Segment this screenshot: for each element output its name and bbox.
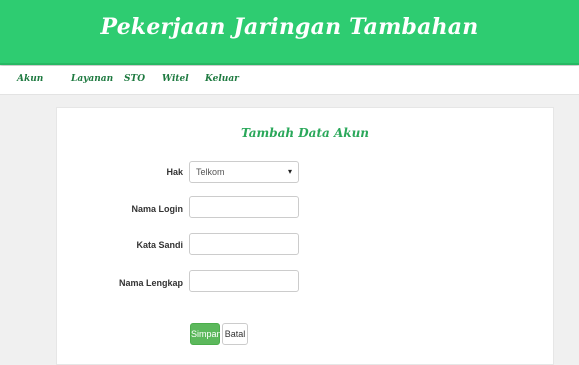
chevron-down-icon: ▾ xyxy=(287,167,292,176)
nama-login-input[interactable] xyxy=(189,196,299,218)
nav-item-witel[interactable]: Witel xyxy=(162,74,189,84)
nav-item-keluar[interactable]: Keluar xyxy=(205,74,239,84)
page-title: Pekerjaan Jaringan Tambahan xyxy=(100,14,479,40)
form-title: Tambah Data Akun xyxy=(240,126,370,140)
nav-item-akun[interactable]: Akun xyxy=(17,74,43,84)
nav-item-layanan[interactable]: Layanan xyxy=(71,74,113,84)
simpan-button[interactable]: Simpan xyxy=(190,323,222,345)
hak-select[interactable]: Telkom ▾ xyxy=(189,161,299,183)
form-panel: Tambah Data Akun Hak Telkom ▾ Nama Login… xyxy=(56,107,554,365)
kata-sandi-input[interactable] xyxy=(189,233,299,255)
nama-lengkap-label: Nama Lengkap xyxy=(118,278,183,288)
hak-select-value: Telkom xyxy=(196,167,225,177)
nama-lengkap-input[interactable] xyxy=(189,270,299,292)
batal-button[interactable]: Batal xyxy=(222,323,248,345)
hak-label: Hak xyxy=(166,167,183,177)
nav-item-sto[interactable]: STO xyxy=(124,74,145,84)
nav-bar: Akun Layanan STO Witel Keluar xyxy=(0,66,579,95)
header-banner: Pekerjaan Jaringan Tambahan xyxy=(0,0,579,65)
kata-sandi-label: Kata Sandi xyxy=(136,240,183,250)
nama-login-label: Nama Login xyxy=(131,204,183,214)
